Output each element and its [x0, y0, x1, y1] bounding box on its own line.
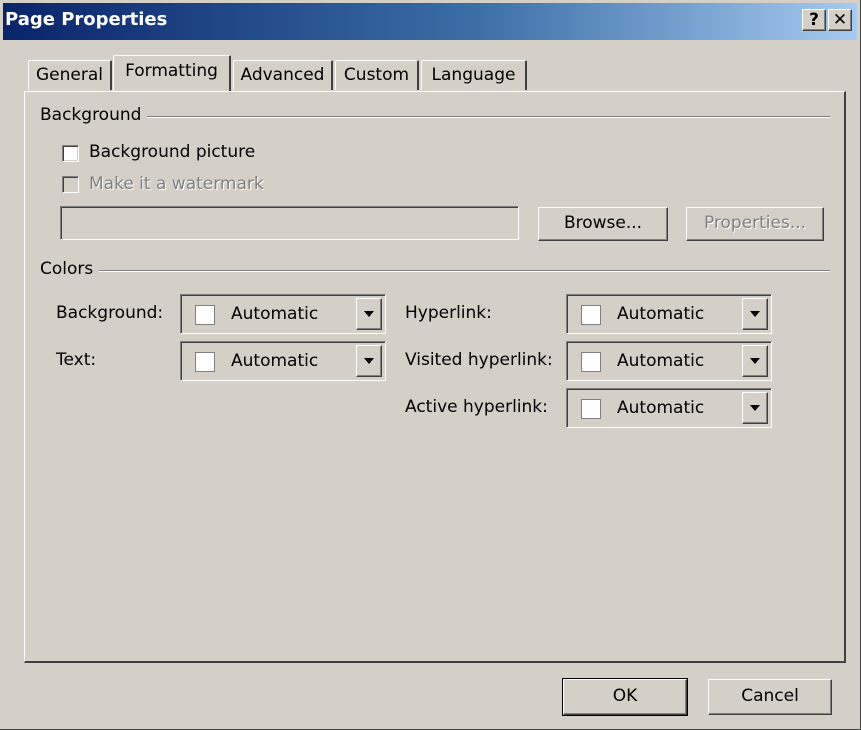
dialog-title: Page Properties: [5, 9, 168, 30]
tab-label: Advanced: [240, 65, 325, 85]
formatting-panel: [24, 91, 846, 663]
colors-group-label: Colors: [40, 259, 100, 279]
colors-group-divider: [40, 270, 830, 272]
tab-advanced[interactable]: Advanced: [233, 60, 333, 90]
cancel-button[interactable]: Cancel: [708, 679, 832, 715]
tab-general[interactable]: General: [28, 60, 112, 90]
close-icon: ✕: [832, 10, 848, 30]
title-bar[interactable]: Page Properties ? ✕: [3, 3, 857, 40]
tab-label: Language: [431, 65, 516, 85]
background-group-divider: [40, 116, 830, 118]
ok-button[interactable]: OK: [562, 678, 688, 716]
background-group-label: Background: [40, 105, 148, 125]
tab-formatting[interactable]: Formatting: [113, 55, 231, 91]
help-button[interactable]: ?: [802, 9, 826, 31]
ok-label: OK: [612, 686, 638, 706]
cancel-label: Cancel: [741, 686, 799, 706]
tab-label: General: [36, 65, 103, 85]
help-icon: ?: [809, 10, 819, 30]
tab-label: Custom: [343, 65, 410, 85]
tab-language[interactable]: Language: [421, 60, 527, 90]
page-properties-dialog: Page Properties ? ✕ General Formatting A…: [0, 0, 861, 730]
close-button[interactable]: ✕: [828, 9, 852, 31]
tab-label: Formatting: [125, 61, 218, 81]
tab-custom[interactable]: Custom: [335, 60, 419, 90]
